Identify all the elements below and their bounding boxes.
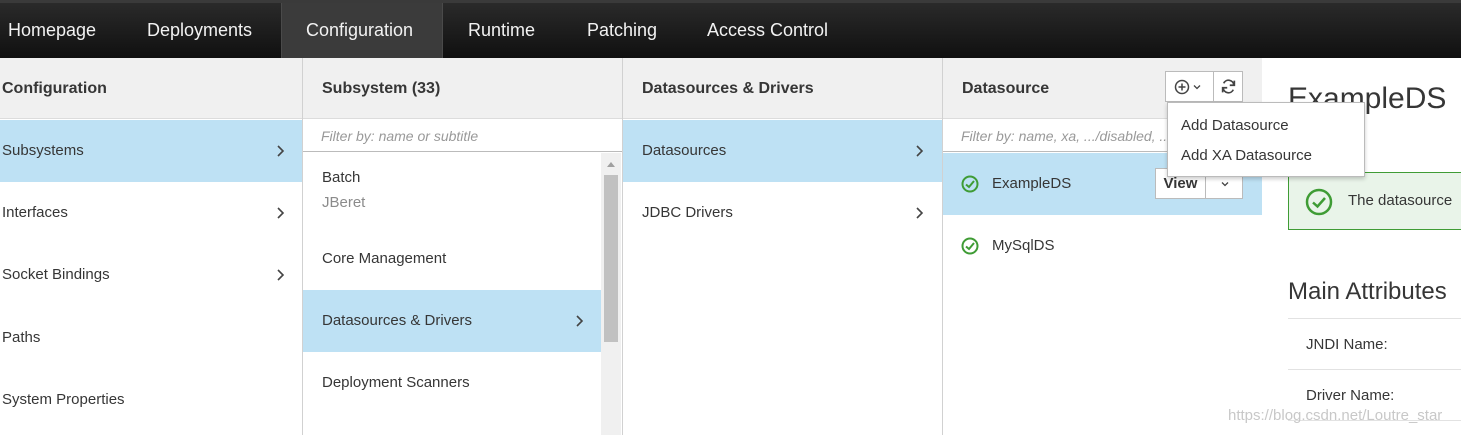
datasources-drivers-column-title: Datasources & Drivers bbox=[623, 58, 942, 119]
tab-deployments[interactable]: Deployments bbox=[125, 3, 280, 58]
configuration-column-title: Configuration bbox=[0, 58, 302, 119]
tab-homepage[interactable]: Homepage bbox=[0, 3, 125, 58]
tab-access-control[interactable]: Access Control bbox=[683, 3, 853, 58]
chevron-right-icon bbox=[277, 145, 285, 157]
plus-circle-icon bbox=[1174, 79, 1190, 95]
subsystem-item-datasources-drivers[interactable]: Datasources & Drivers bbox=[303, 290, 601, 352]
chevron-down-icon bbox=[1221, 182, 1229, 187]
chevron-down-icon bbox=[1193, 85, 1201, 90]
chevron-right-icon bbox=[576, 315, 584, 327]
top-navigation: Homepage Deployments Configuration Runti… bbox=[0, 0, 1461, 58]
status-alert: The datasource bbox=[1288, 172, 1461, 230]
divider-line bbox=[1288, 318, 1461, 319]
watermark: https://blog.csdn.net/Loutre_star bbox=[1228, 407, 1443, 424]
check-circle-icon bbox=[1305, 188, 1333, 216]
subsystem-item-deployment-scanners[interactable]: Deployment Scanners bbox=[303, 352, 601, 414]
check-circle-icon bbox=[961, 237, 979, 255]
add-datasource-dropdown: Add Datasource Add XA Datasource bbox=[1167, 102, 1365, 177]
chevron-right-icon bbox=[916, 207, 924, 219]
refresh-icon bbox=[1221, 79, 1236, 94]
status-text: The datasource bbox=[1348, 192, 1453, 209]
add-datasource-menu-button[interactable] bbox=[1165, 71, 1214, 102]
tab-patching[interactable]: Patching bbox=[563, 3, 683, 58]
subsystem-column: Subsystem (33) Batch JBeret Core Managem… bbox=[303, 58, 622, 435]
dd-item-jdbc-drivers[interactable]: JDBC Drivers bbox=[623, 182, 942, 244]
config-item-system-properties[interactable]: System Properties bbox=[0, 369, 302, 431]
chevron-right-icon bbox=[277, 207, 285, 219]
config-item-paths[interactable]: Paths bbox=[0, 307, 302, 369]
datasources-drivers-column: Datasources & Drivers Datasources JDBC D… bbox=[623, 58, 942, 435]
tab-runtime[interactable]: Runtime bbox=[443, 3, 563, 58]
scrollbar-thumb[interactable] bbox=[604, 175, 618, 342]
chevron-right-icon bbox=[916, 145, 924, 157]
menu-item-add-xa-datasource[interactable]: Add XA Datasource bbox=[1181, 147, 1312, 164]
config-item-subsystems[interactable]: Subsystems bbox=[0, 120, 302, 182]
config-item-socket-bindings[interactable]: Socket Bindings bbox=[0, 244, 302, 306]
subsystem-column-title: Subsystem (33) bbox=[303, 58, 622, 119]
datasource-item-mysqlds[interactable]: MySqlDS bbox=[943, 215, 1262, 277]
subsystem-scrollbar[interactable] bbox=[601, 153, 621, 435]
dd-item-datasources[interactable]: Datasources bbox=[623, 120, 942, 182]
subsystem-filter bbox=[303, 120, 622, 152]
configuration-column: Configuration Subsystems Interfaces Sock… bbox=[0, 58, 302, 435]
tab-configuration[interactable]: Configuration bbox=[281, 3, 443, 58]
scroll-up-arrow-icon[interactable] bbox=[606, 159, 616, 169]
menu-item-add-datasource[interactable]: Add Datasource bbox=[1181, 117, 1289, 134]
divider-line bbox=[1288, 369, 1461, 370]
attr-jndi-name: JNDI Name: bbox=[1306, 336, 1388, 353]
attr-driver-name: Driver Name: bbox=[1306, 387, 1395, 404]
config-item-interfaces[interactable]: Interfaces bbox=[0, 182, 302, 244]
subsystem-item-batch[interactable]: Batch JBeret bbox=[303, 153, 601, 228]
refresh-button[interactable] bbox=[1213, 71, 1243, 102]
subsystem-filter-input[interactable] bbox=[303, 120, 622, 151]
main-attributes-heading: Main Attributes bbox=[1288, 278, 1447, 305]
subsystem-item-core-management[interactable]: Core Management bbox=[303, 228, 601, 290]
chevron-right-icon bbox=[277, 269, 285, 281]
check-circle-icon bbox=[961, 175, 979, 193]
